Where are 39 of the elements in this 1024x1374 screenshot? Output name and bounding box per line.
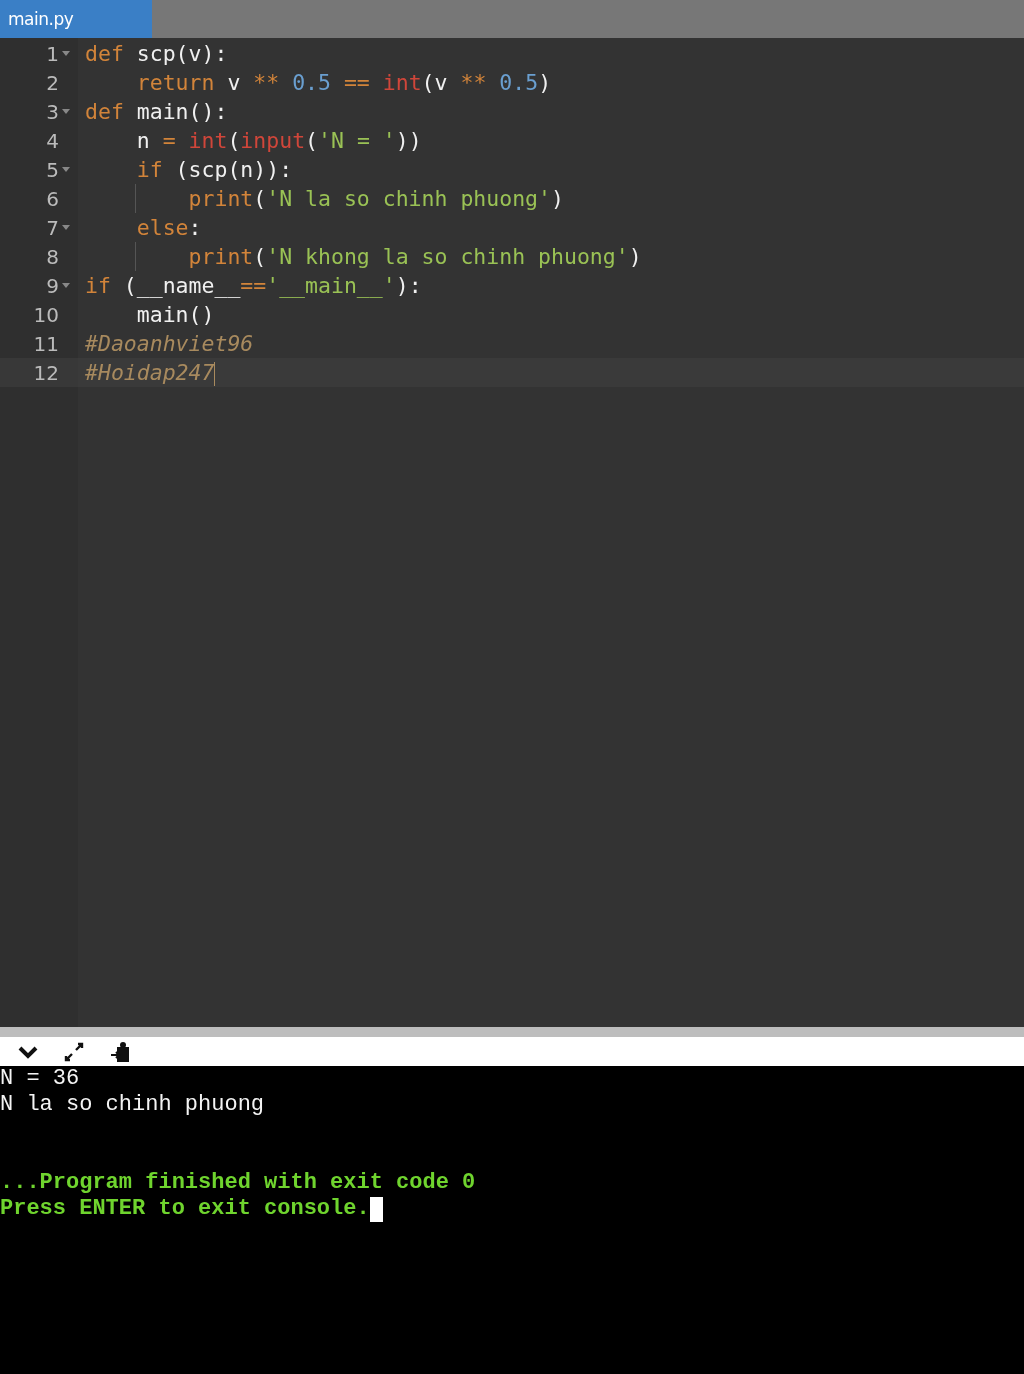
console-line: N la so chinh phuong bbox=[0, 1092, 266, 1118]
file-tab[interactable]: main.py bbox=[0, 0, 152, 38]
line-number: 9 bbox=[46, 273, 59, 298]
code-line: if (__name__=='__main__'): bbox=[85, 273, 422, 298]
code-line: print('N khong la so chinh phuong') bbox=[187, 244, 642, 269]
code-line: n = int(input('N = ')) bbox=[135, 128, 422, 153]
console-message: ...Program finished with exit code 0 bbox=[0, 1170, 477, 1196]
code-line: main() bbox=[135, 302, 215, 327]
line-number: 6 bbox=[46, 186, 59, 211]
console-message: Press ENTER to exit console. bbox=[0, 1196, 1024, 1222]
fold-arrow-icon[interactable] bbox=[62, 51, 70, 56]
line-number: 3 bbox=[46, 99, 59, 124]
code-line: else: bbox=[135, 215, 202, 240]
line-number: 5 bbox=[46, 157, 59, 182]
code-line: #Daoanhviet96 bbox=[85, 331, 254, 356]
line-number: 10 bbox=[33, 302, 59, 327]
chevron-down-icon bbox=[18, 1044, 38, 1059]
console-line: N = 36 bbox=[0, 1066, 81, 1092]
line-number: 11 bbox=[33, 331, 59, 356]
code-line: if (scp(n)): bbox=[135, 157, 293, 182]
line-number: 7 bbox=[46, 215, 59, 240]
line-number: 1 bbox=[46, 41, 59, 66]
line-number: 2 bbox=[46, 70, 59, 95]
fold-arrow-icon[interactable] bbox=[62, 225, 70, 230]
line-number: 12 bbox=[33, 360, 59, 385]
fold-arrow-icon[interactable] bbox=[62, 109, 70, 114]
code-line: print('N la so chinh phuong') bbox=[187, 186, 564, 211]
clipboard-icon bbox=[109, 1040, 131, 1063]
fold-arrow-icon[interactable] bbox=[62, 167, 70, 172]
copy-button[interactable] bbox=[108, 1039, 132, 1064]
text-cursor bbox=[214, 361, 216, 386]
fold-arrow-icon[interactable] bbox=[62, 283, 70, 288]
line-number: 8 bbox=[46, 244, 59, 269]
code-line: def main(): bbox=[85, 99, 228, 124]
expand-arrows-icon bbox=[63, 1040, 85, 1063]
code-line: def scp(v): bbox=[85, 41, 228, 66]
line-number: 4 bbox=[46, 128, 59, 153]
code-line: #Hoidap247 bbox=[85, 359, 216, 386]
code-line: return v ** 0.5 == int(v ** 0.5) bbox=[135, 70, 552, 95]
